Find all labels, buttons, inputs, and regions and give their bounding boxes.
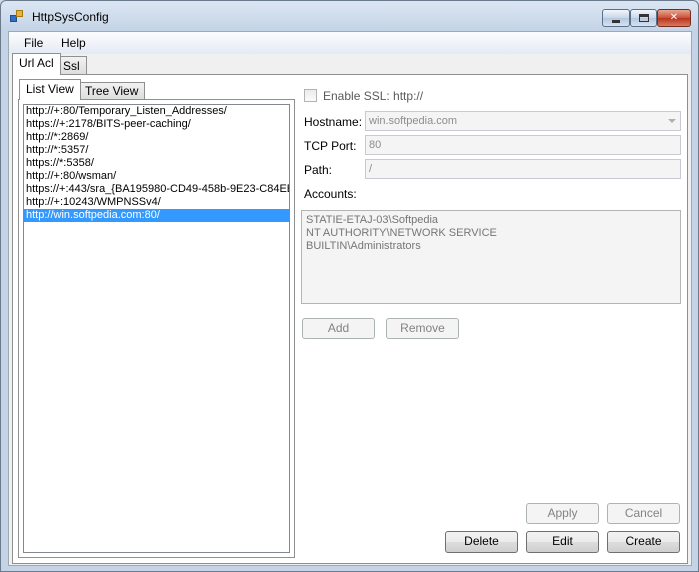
- tab-tree-view[interactable]: Tree View: [78, 82, 146, 100]
- path-label: Path:: [304, 163, 333, 177]
- account-item[interactable]: NT AUTHORITY\NETWORK SERVICE: [306, 227, 676, 240]
- app-window: HttpSysConfig ✕ File Help Url Acl Ssl Li…: [0, 0, 699, 572]
- list-item[interactable]: http://+:80/Temporary_Listen_Addresses/: [24, 105, 289, 118]
- remove-button[interactable]: Remove: [386, 318, 459, 339]
- list-item[interactable]: http://+:10243/WMPNSSv4/: [24, 196, 289, 209]
- list-item[interactable]: https://+:2178/BITS-peer-caching/: [24, 118, 289, 131]
- url-listbox[interactable]: http://+:80/Temporary_Listen_Addresses/h…: [23, 104, 290, 553]
- accounts-label: Accounts:: [304, 187, 357, 201]
- tab-url-acl[interactable]: Url Acl: [12, 53, 61, 75]
- account-item[interactable]: STATIE-ETAJ-03\Softpedia: [306, 214, 676, 227]
- menu-help[interactable]: Help: [54, 35, 93, 51]
- tcp-port-field[interactable]: 80: [365, 135, 681, 155]
- apply-button[interactable]: Apply: [526, 503, 599, 524]
- tcp-port-label: TCP Port:: [304, 139, 357, 153]
- tab-list-view[interactable]: List View: [19, 79, 81, 100]
- minimize-button[interactable]: [602, 9, 630, 27]
- enable-ssl-label: Enable SSL: http://: [323, 89, 424, 103]
- list-item[interactable]: http://+:80/wsman/: [24, 170, 289, 183]
- create-button[interactable]: Create: [607, 531, 680, 553]
- path-field[interactable]: /: [365, 159, 681, 179]
- window-title: HttpSysConfig: [32, 10, 109, 24]
- list-item[interactable]: https://+:443/sra_{BA195980-CD49-458b-9E…: [24, 183, 289, 196]
- enable-ssl-checkbox[interactable]: [304, 89, 317, 102]
- maximize-button[interactable]: [630, 9, 657, 27]
- maximize-icon: [638, 14, 649, 22]
- hostname-combobox[interactable]: win.softpedia.com: [365, 111, 681, 131]
- client-area: File Help Url Acl Ssl List View Tree Vie…: [8, 31, 692, 566]
- list-view-page: http://+:80/Temporary_Listen_Addresses/h…: [18, 99, 295, 558]
- cancel-button[interactable]: Cancel: [607, 503, 680, 524]
- edit-button[interactable]: Edit: [526, 531, 599, 553]
- hostname-value: win.softpedia.com: [369, 115, 458, 127]
- chevron-down-icon[interactable]: [668, 119, 676, 123]
- delete-button[interactable]: Delete: [445, 531, 518, 553]
- minimize-icon: [612, 19, 620, 23]
- hostname-label: Hostname:: [304, 115, 363, 129]
- app-icon: [10, 10, 24, 23]
- list-item[interactable]: http://*:2869/: [24, 131, 289, 144]
- close-icon: ✕: [669, 12, 679, 23]
- menu-bar: File Help: [9, 32, 691, 54]
- list-item[interactable]: http://*:5357/: [24, 144, 289, 157]
- title-bar[interactable]: HttpSysConfig ✕: [1, 1, 698, 31]
- menu-file[interactable]: File: [17, 35, 50, 51]
- add-button[interactable]: Add: [302, 318, 375, 339]
- close-button[interactable]: ✕: [657, 9, 691, 27]
- accounts-listbox[interactable]: STATIE-ETAJ-03\Softpedia NT AUTHORITY\NET…: [301, 210, 681, 304]
- list-item[interactable]: http://win.softpedia.com:80/: [24, 209, 289, 222]
- account-item[interactable]: BUILTIN\Administrators: [306, 240, 676, 253]
- list-item[interactable]: https://*:5358/: [24, 157, 289, 170]
